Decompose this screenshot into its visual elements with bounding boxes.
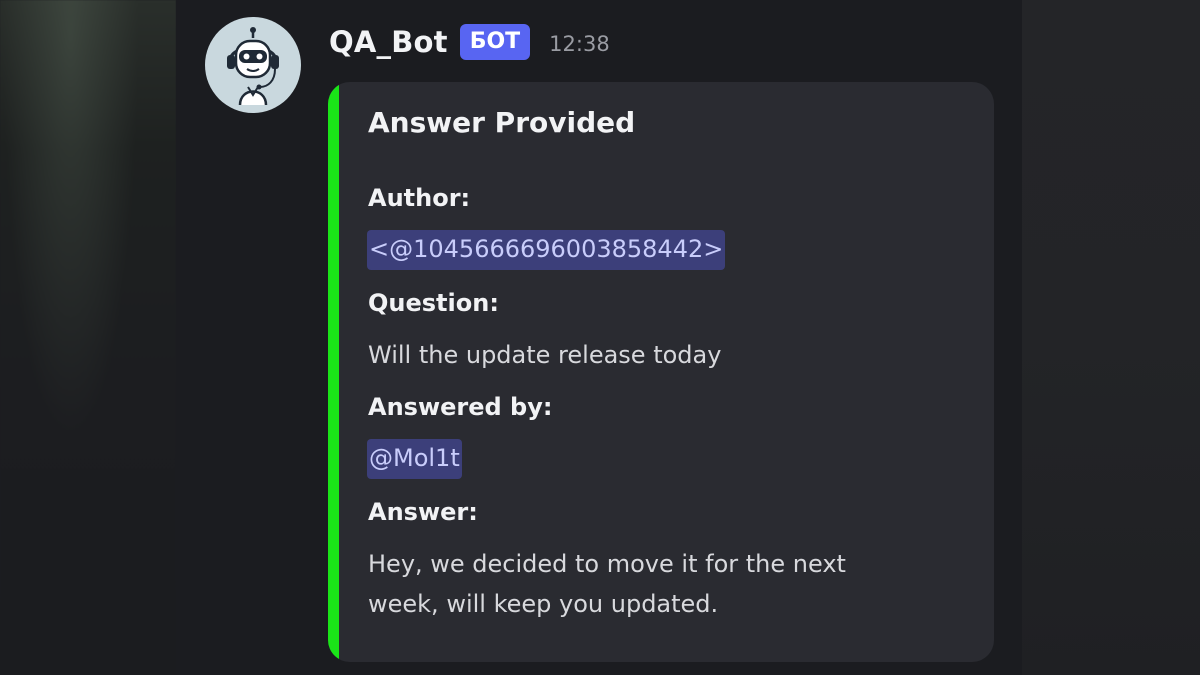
answered-by-mention[interactable]: @Mol1t	[367, 439, 462, 479]
message-header: QA_Bot БОТ 12:38	[329, 20, 610, 64]
answer-line-1: Hey, we decided to move it for the next	[368, 550, 846, 578]
avatar[interactable]	[205, 17, 301, 113]
message-timestamp[interactable]: 12:38	[549, 32, 610, 56]
field-name-author: Author:	[368, 184, 471, 212]
author-mention[interactable]: <@1045666696003858442>	[367, 230, 726, 270]
field-name-answered-by: Answered by:	[368, 393, 553, 421]
embed-card: Answer Provided Author: <@10456666960038…	[328, 82, 994, 662]
left-background-panel	[0, 0, 176, 675]
answer-line-2: week, will keep you updated.	[368, 590, 719, 618]
field-name-question: Question:	[368, 289, 499, 317]
robot-headset-icon	[227, 27, 279, 105]
username[interactable]: QA_Bot	[329, 25, 448, 59]
embed-accent-bar	[328, 82, 339, 662]
embed-title: Answer Provided	[368, 106, 636, 139]
field-name-answer: Answer:	[368, 498, 478, 526]
app-screen: QA_Bot БОТ 12:38 Answer Provided Author:…	[0, 0, 1200, 675]
question-value: Will the update release today	[368, 341, 722, 369]
bot-badge: БОТ	[459, 24, 531, 60]
right-background-panel	[1022, 0, 1200, 675]
